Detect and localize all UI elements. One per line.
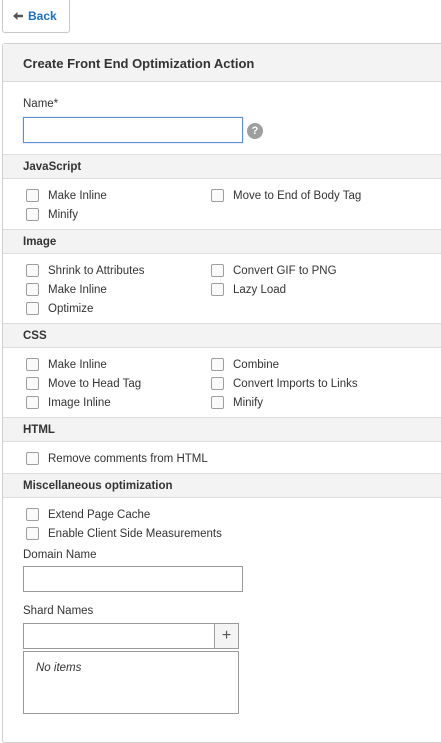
- checkbox-label: Shrink to Attributes: [48, 264, 145, 277]
- checkbox[interactable]: [211, 189, 224, 202]
- checkbox[interactable]: [211, 358, 224, 371]
- domain-name-input[interactable]: [23, 566, 243, 592]
- checkbox-css-make-inline[interactable]: Make Inline: [26, 358, 107, 371]
- checkbox-label: Minify: [48, 208, 79, 221]
- checkbox-img-optimize[interactable]: Optimize: [26, 302, 93, 315]
- section-javascript: JavaScript: [3, 154, 441, 179]
- checkbox[interactable]: [26, 396, 39, 409]
- empty-list-text: No items: [36, 662, 82, 674]
- checkbox-client-side-measurements[interactable]: Enable Client Side Measurements: [26, 527, 222, 540]
- section-image: Image: [3, 229, 441, 254]
- checkbox-label: Extend Page Cache: [48, 508, 151, 521]
- help-icon[interactable]: ?: [247, 123, 263, 139]
- checkbox[interactable]: [26, 189, 39, 202]
- checkbox-js-move-to-end-of-body[interactable]: Move to End of Body Tag: [211, 189, 361, 202]
- top-toolbar: Back: [0, 0, 441, 35]
- checkbox-label: Remove comments from HTML: [48, 452, 208, 465]
- checkbox-html-remove-comments[interactable]: Remove comments from HTML: [26, 452, 208, 465]
- checkbox-label: Enable Client Side Measurements: [48, 527, 222, 540]
- section-css: CSS: [3, 323, 441, 348]
- section-misc: Miscellaneous optimization: [3, 473, 441, 498]
- checkbox[interactable]: [211, 396, 224, 409]
- checkbox[interactable]: [26, 283, 39, 296]
- checkbox-css-convert-imports-to-links[interactable]: Convert Imports to Links: [211, 377, 358, 390]
- checkbox[interactable]: [211, 377, 224, 390]
- checkbox[interactable]: [26, 264, 39, 277]
- checkbox-label: Optimize: [48, 302, 94, 315]
- checkbox-extend-page-cache[interactable]: Extend Page Cache: [26, 508, 150, 521]
- checkbox-js-make-inline[interactable]: Make Inline: [26, 189, 107, 202]
- checkbox-js-minify[interactable]: Minify: [26, 208, 78, 221]
- plus-icon: +: [221, 627, 232, 644]
- checkbox-img-convert-gif-to-png[interactable]: Convert GIF to PNG: [211, 264, 337, 277]
- checkbox-label: Make Inline: [48, 283, 107, 296]
- add-shard-button[interactable]: +: [214, 623, 239, 649]
- checkbox-label: Move to Head Tag: [48, 377, 142, 390]
- back-label: Back: [28, 9, 57, 23]
- panel-title: Create Front End Optimization Action: [3, 44, 441, 82]
- name-input[interactable]: [23, 117, 243, 143]
- arrow-left-icon: [13, 12, 23, 20]
- checkbox-label: Convert Imports to Links: [233, 377, 358, 390]
- checkbox[interactable]: [211, 264, 224, 277]
- checkbox-label: Convert GIF to PNG: [233, 264, 337, 277]
- checkbox-label: Make Inline: [48, 358, 107, 371]
- checkbox-img-shrink-to-attributes[interactable]: Shrink to Attributes: [26, 264, 145, 277]
- checkbox-img-make-inline[interactable]: Make Inline: [26, 283, 107, 296]
- checkbox[interactable]: [26, 302, 39, 315]
- checkbox-label: Combine: [233, 358, 280, 371]
- domain-name-label: Domain Name: [23, 549, 97, 561]
- checkbox-css-minify[interactable]: Minify: [211, 396, 263, 409]
- back-button[interactable]: Back: [2, 0, 70, 33]
- checkbox-css-move-to-head-tag[interactable]: Move to Head Tag: [26, 377, 141, 390]
- checkbox-css-image-inline[interactable]: Image Inline: [26, 396, 111, 409]
- name-label: Name*: [23, 98, 59, 110]
- checkbox[interactable]: [211, 283, 224, 296]
- checkbox-label: Move to End of Body Tag: [233, 189, 362, 202]
- checkbox[interactable]: [26, 208, 39, 221]
- checkbox-img-lazy-load[interactable]: Lazy Load: [211, 283, 286, 296]
- checkbox-label: Make Inline: [48, 189, 107, 202]
- checkbox[interactable]: [26, 377, 39, 390]
- shard-name-input[interactable]: [23, 623, 215, 649]
- checkbox[interactable]: [26, 508, 39, 521]
- checkbox-label: Minify: [233, 396, 264, 409]
- checkbox-label: Image Inline: [48, 396, 111, 409]
- checkbox-label: Lazy Load: [233, 283, 287, 296]
- create-feo-action-panel: Create Front End Optimization Action Nam…: [2, 43, 441, 743]
- section-html: HTML: [3, 417, 441, 442]
- checkbox[interactable]: [26, 452, 39, 465]
- checkbox[interactable]: [26, 527, 39, 540]
- checkbox[interactable]: [26, 358, 39, 371]
- checkbox-css-combine[interactable]: Combine: [211, 358, 279, 371]
- shard-names-list: No items: [23, 651, 239, 714]
- shard-names-label: Shard Names: [23, 605, 94, 617]
